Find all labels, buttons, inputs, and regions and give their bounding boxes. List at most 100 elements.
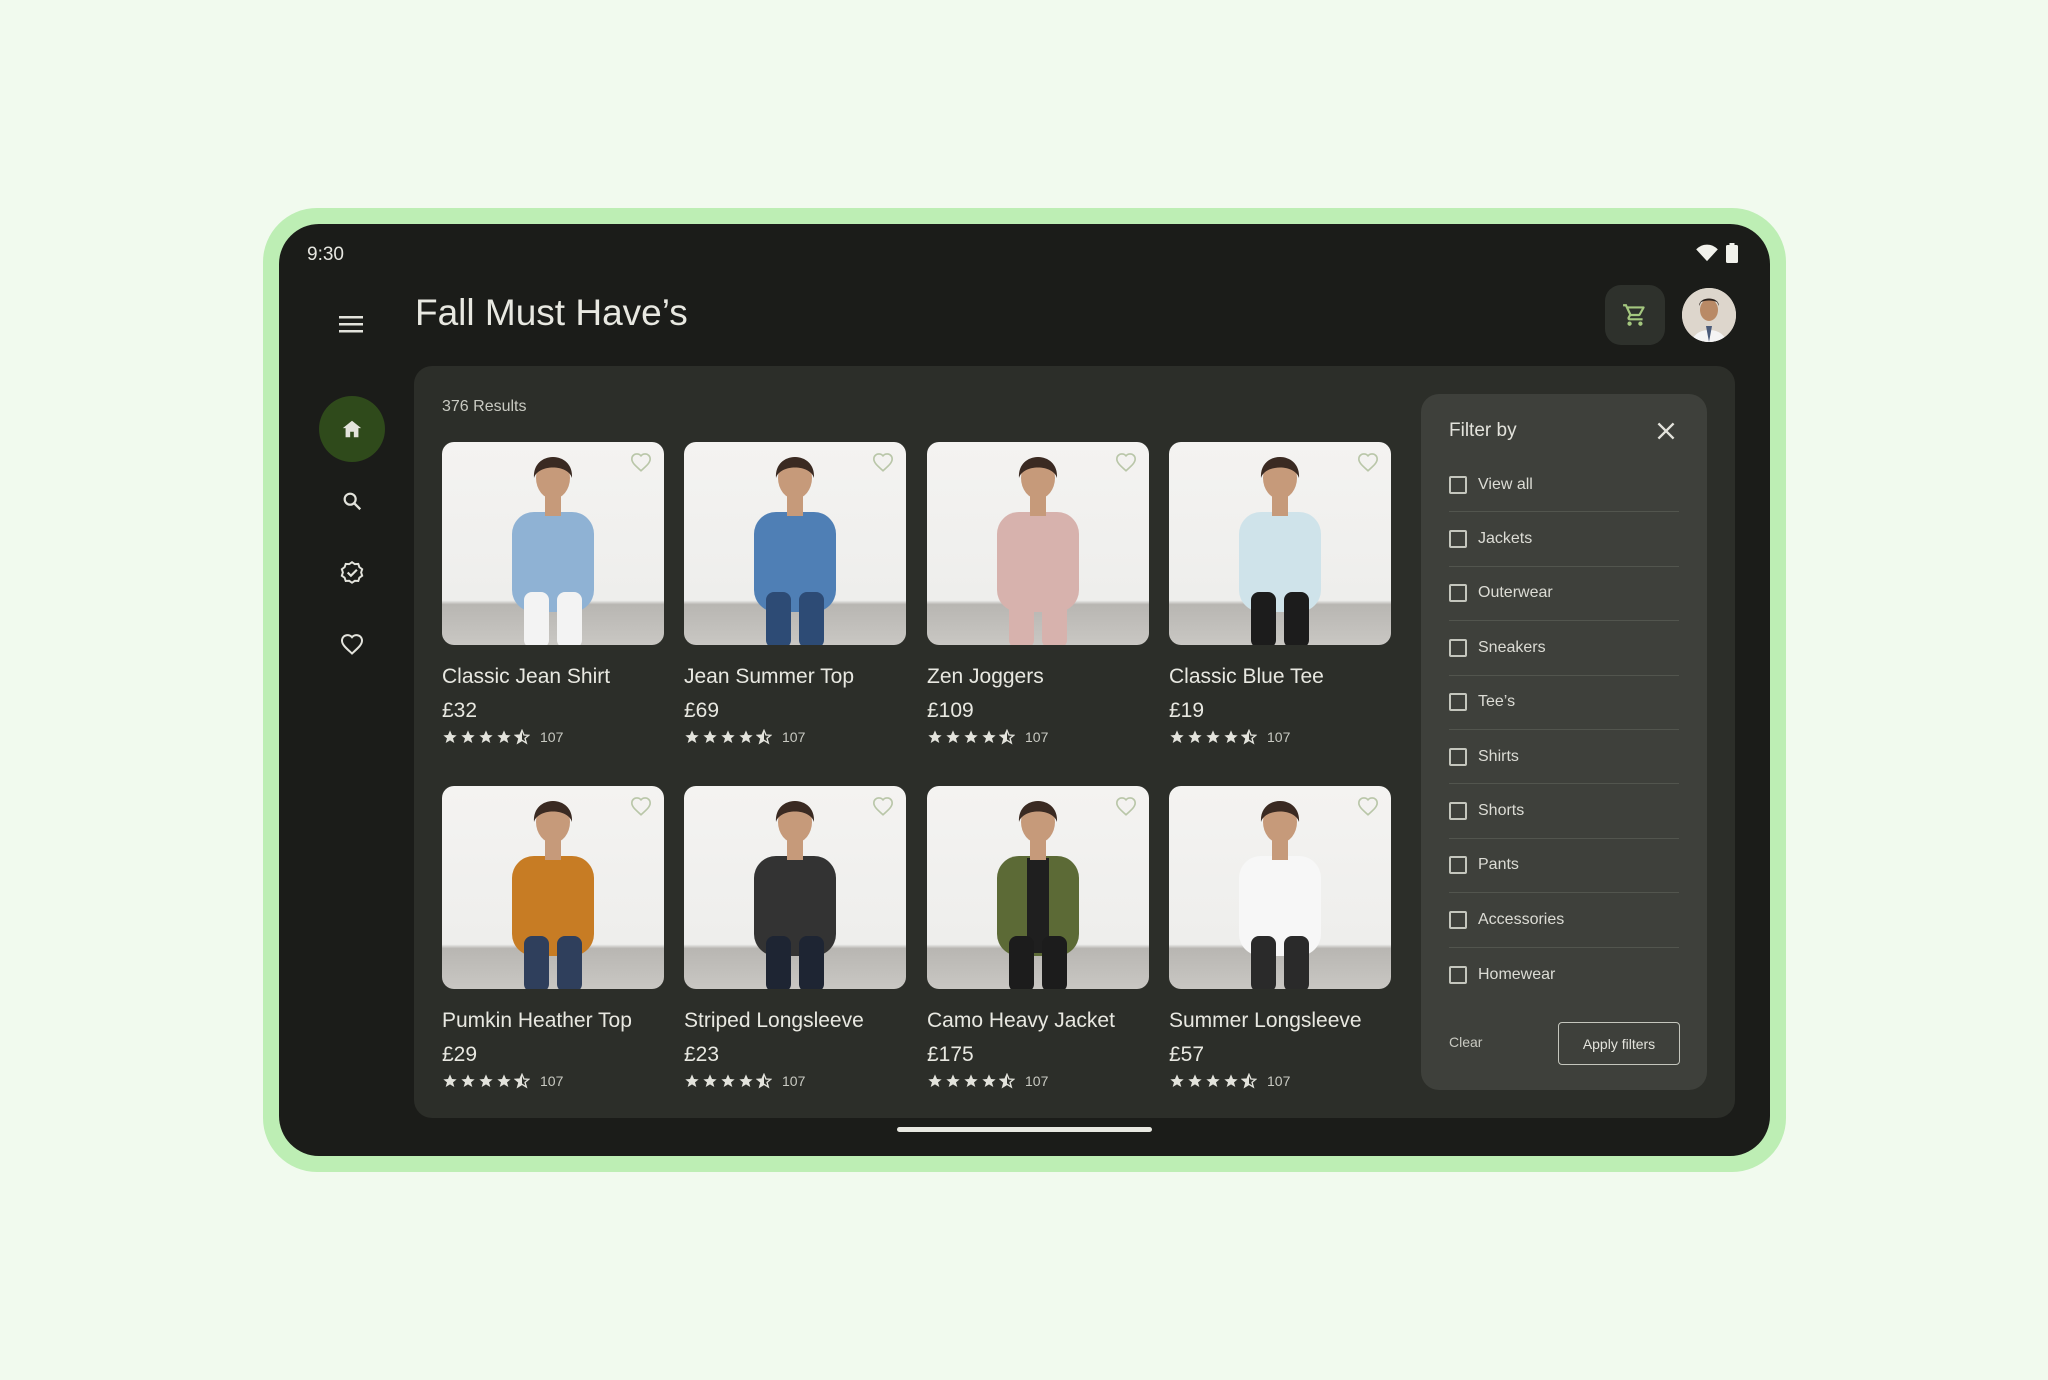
- rail-verified[interactable]: [319, 540, 385, 606]
- filter-checkbox[interactable]: [1449, 475, 1467, 494]
- product-card[interactable]: Classic Blue Tee £19 107: [1169, 442, 1391, 745]
- product-name[interactable]: Striped Longsleeve: [684, 1009, 906, 1033]
- product-image[interactable]: [927, 786, 1149, 989]
- filter-title: Filter by: [1449, 420, 1517, 441]
- filter-option[interactable]: Tee’s: [1449, 676, 1679, 730]
- star-icon: [739, 730, 753, 743]
- product-image[interactable]: [1169, 442, 1391, 645]
- product-card[interactable]: Zen Joggers £109 107: [927, 442, 1149, 745]
- favorite-icon[interactable]: [872, 452, 894, 474]
- product-name[interactable]: Summer Longsleeve: [1169, 1009, 1391, 1033]
- favorite-icon[interactable]: [872, 796, 894, 818]
- avatar[interactable]: [1682, 288, 1736, 342]
- review-count: 107: [782, 729, 806, 745]
- filter-option-label: Shorts: [1478, 802, 1525, 820]
- cart-icon: [1623, 304, 1645, 326]
- filter-checkbox[interactable]: [1449, 965, 1467, 984]
- product-price: £19: [1169, 699, 1205, 722]
- product-image[interactable]: [442, 442, 664, 645]
- product-name[interactable]: Classic Blue Tee: [1169, 665, 1391, 689]
- filter-checkbox[interactable]: [1449, 530, 1467, 549]
- favorite-icon[interactable]: [1357, 796, 1379, 818]
- product-name[interactable]: Camo Heavy Jacket: [927, 1009, 1149, 1033]
- menu-icon: [339, 316, 363, 333]
- product-name[interactable]: Zen Joggers: [927, 665, 1149, 689]
- star-icon: [739, 1074, 753, 1087]
- product-card[interactable]: Camo Heavy Jacket £175 107: [927, 786, 1149, 1089]
- product-card[interactable]: Jean Summer Top £69 107: [684, 442, 906, 745]
- favorite-icon[interactable]: [630, 796, 652, 818]
- cart-button[interactable]: [1605, 285, 1665, 345]
- status-time: 9:30: [307, 244, 344, 265]
- menu-button[interactable]: [333, 306, 369, 342]
- filter-checkbox[interactable]: [1449, 802, 1467, 821]
- product-card[interactable]: Classic Jean Shirt £32 107: [442, 442, 664, 745]
- product-card[interactable]: Summer Longsleeve £57 107: [1169, 786, 1391, 1089]
- star-icon: [982, 730, 996, 743]
- favorite-icon[interactable]: [1115, 796, 1137, 818]
- apply-filters-button[interactable]: Apply filters: [1558, 1022, 1680, 1065]
- filter-checkbox[interactable]: [1449, 584, 1467, 603]
- product-image[interactable]: [442, 786, 664, 989]
- product-name[interactable]: Pumkin Heather Top: [442, 1009, 664, 1033]
- filter-checkbox[interactable]: [1449, 638, 1467, 657]
- filter-option[interactable]: Pants: [1449, 839, 1679, 894]
- star-icon: [1188, 1074, 1202, 1087]
- product-image[interactable]: [927, 442, 1149, 645]
- product-rating: 107: [442, 1073, 664, 1089]
- filter-checkbox[interactable]: [1449, 693, 1467, 712]
- page-title: Fall Must Have’s: [415, 292, 688, 333]
- rail-favorites[interactable]: [319, 612, 385, 678]
- star-icon: [1224, 730, 1238, 743]
- star-half-icon: [1241, 1073, 1257, 1089]
- filter-option[interactable]: Accessories: [1449, 893, 1679, 948]
- star-icon: [946, 1074, 960, 1087]
- product-image[interactable]: [684, 442, 906, 645]
- star-icon: [964, 1074, 978, 1087]
- filter-option[interactable]: View all: [1449, 458, 1679, 513]
- review-count: 107: [540, 1073, 564, 1089]
- star-icon: [685, 1074, 699, 1087]
- favorite-icon[interactable]: [1357, 452, 1379, 474]
- filter-checkbox[interactable]: [1449, 910, 1467, 929]
- verified-icon: [340, 560, 364, 584]
- product-card[interactable]: Striped Longsleeve £23 107: [684, 786, 906, 1089]
- filter-option[interactable]: Sneakers: [1449, 621, 1679, 676]
- home-indicator[interactable]: [897, 1127, 1152, 1132]
- filter-option-label: Outerwear: [1478, 584, 1553, 602]
- product-rating: 107: [1169, 1073, 1391, 1089]
- star-icon: [497, 730, 511, 743]
- filter-close-button[interactable]: [1653, 418, 1679, 444]
- status-icons: [1696, 243, 1738, 263]
- filter-option[interactable]: Shirts: [1449, 730, 1679, 785]
- clear-button[interactable]: Clear: [1449, 1034, 1482, 1050]
- filter-option-label: Accessories: [1478, 910, 1565, 928]
- favorite-icon[interactable]: [630, 452, 652, 474]
- rail-home[interactable]: [319, 396, 385, 462]
- filter-option-label: Tee’s: [1478, 693, 1516, 711]
- product-image[interactable]: [684, 786, 906, 989]
- product-name[interactable]: Jean Summer Top: [684, 665, 906, 689]
- star-half-icon: [999, 1073, 1015, 1089]
- star-icon: [964, 730, 978, 743]
- filter-option[interactable]: Jackets: [1449, 512, 1679, 567]
- rail-search[interactable]: [319, 468, 385, 534]
- star-icon: [703, 730, 717, 743]
- filter-checkbox[interactable]: [1449, 856, 1467, 875]
- product-name[interactable]: Classic Jean Shirt: [442, 665, 664, 689]
- favorite-icon[interactable]: [1115, 452, 1137, 474]
- product-card[interactable]: Pumkin Heather Top £29 107: [442, 786, 664, 1089]
- star-icon: [982, 1074, 996, 1087]
- battery-icon: [1726, 243, 1738, 263]
- filter-checkbox[interactable]: [1449, 747, 1467, 766]
- filter-option[interactable]: Outerwear: [1449, 567, 1679, 622]
- filter-option[interactable]: Homewear: [1449, 948, 1679, 1002]
- filter-option-label: View all: [1478, 475, 1533, 493]
- product-image[interactable]: [1169, 786, 1391, 989]
- product-price: £32: [442, 699, 478, 722]
- favorite-icon: [340, 634, 364, 655]
- review-count: 107: [1267, 1073, 1291, 1089]
- filter-option[interactable]: Shorts: [1449, 784, 1679, 839]
- product-price: £23: [684, 1043, 720, 1066]
- product-price: £29: [442, 1043, 478, 1066]
